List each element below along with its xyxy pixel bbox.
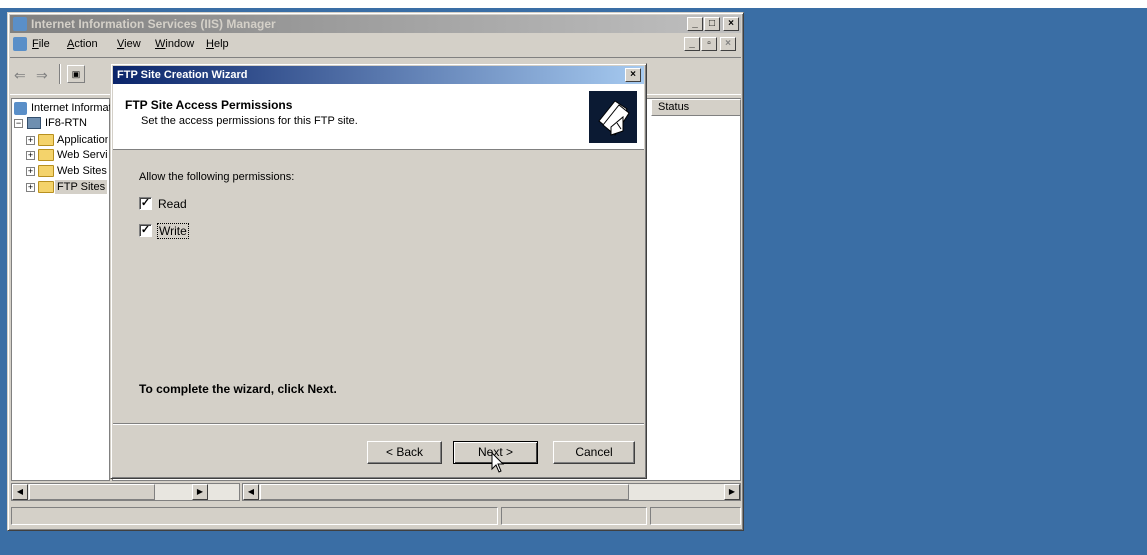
expand-icon[interactable]: + — [26, 136, 35, 145]
child-close-button[interactable]: × — [720, 37, 736, 51]
show-hide-console-tree-icon[interactable]: ▣ — [67, 65, 85, 83]
tree-web-sites-label: Web Sites — [57, 165, 107, 177]
permissions-instruction: Allow the following permissions: — [139, 171, 295, 183]
close-button[interactable]: × — [723, 17, 739, 31]
status-bar-pane-2 — [501, 507, 647, 525]
back-arrow-icon[interactable]: ⇐ — [14, 67, 26, 84]
mouse-cursor-icon — [491, 452, 505, 473]
scroll-left-icon[interactable]: ◀ — [12, 484, 28, 500]
scroll-thumb[interactable] — [29, 484, 155, 500]
wizard-separator — [113, 423, 644, 425]
write-checkbox-label: Write — [157, 223, 189, 239]
wizard-subheading: Set the access permissions for this FTP … — [141, 115, 358, 127]
ftp-wizard-folder-icon — [589, 91, 637, 143]
expand-icon[interactable]: + — [26, 167, 35, 176]
child-restore-button[interactable]: ▫ — [701, 37, 717, 51]
folder-icon — [38, 165, 54, 177]
tree-server-label: IF8-RTN — [45, 117, 87, 129]
minimize-button[interactable]: _ — [687, 17, 703, 31]
menu-help[interactable]: Help — [206, 35, 229, 53]
main-window-title: Internet Information Services (IIS) Mana… — [31, 17, 276, 31]
menu-file[interactable]: File — [32, 35, 50, 53]
folder-icon — [38, 134, 54, 146]
tree-item-web-ext[interactable]: + Web Service Extensions — [26, 147, 108, 164]
toolbar-separator — [59, 64, 61, 84]
write-checkbox[interactable]: ✓ — [139, 224, 152, 237]
scroll-right-icon[interactable]: ▶ — [192, 484, 208, 500]
read-checkbox-label: Read — [158, 197, 187, 211]
folder-icon — [38, 149, 54, 161]
ftp-wizard-dialog: FTP Site Creation Wizard × FTP Site Acce… — [110, 63, 647, 479]
expand-icon[interactable]: + — [26, 151, 35, 160]
scroll-left-icon[interactable]: ◀ — [243, 484, 259, 500]
wizard-title: FTP Site Creation Wizard — [117, 69, 248, 81]
scroll-thumb[interactable] — [260, 484, 629, 500]
expand-icon[interactable]: + — [26, 183, 35, 192]
wizard-title-bar[interactable]: FTP Site Creation Wizard × — [113, 66, 644, 84]
wizard-heading: FTP Site Access Permissions — [125, 98, 293, 112]
main-title-bar[interactable]: Internet Information Services (IIS) Mana… — [10, 15, 741, 33]
server-icon — [27, 117, 41, 129]
tree-web-ext-label: Web Service Extensions — [57, 149, 108, 161]
status-bar-pane-1 — [11, 507, 498, 525]
mmc-doc-icon[interactable] — [13, 37, 27, 51]
tree-item-ftp-sites[interactable]: + FTP Sites — [26, 179, 108, 196]
collapse-icon[interactable]: − — [14, 119, 23, 128]
list-horizontal-scrollbar[interactable]: ◀ ▶ — [242, 483, 741, 501]
tree-ftp-sites-label: FTP Sites — [55, 180, 108, 194]
menu-action[interactable]: Action — [67, 35, 98, 53]
menu-view[interactable]: View — [117, 35, 141, 53]
folder-icon — [38, 181, 54, 193]
forward-arrow-icon[interactable]: ⇒ — [36, 67, 48, 84]
menu-window[interactable]: Window — [155, 35, 194, 53]
wizard-header: FTP Site Access Permissions Set the acce… — [113, 84, 644, 150]
child-minimize-button[interactable]: _ — [684, 37, 700, 51]
cancel-button[interactable]: Cancel — [553, 441, 635, 464]
status-header-label: Status — [658, 101, 690, 113]
read-checkbox[interactable]: ✓ — [139, 197, 152, 210]
iis-app-icon — [13, 17, 27, 31]
maximize-button[interactable]: □ — [704, 17, 720, 31]
back-button[interactable]: < Back — [367, 441, 442, 464]
wizard-close-button[interactable]: × — [625, 68, 641, 82]
scroll-right-icon[interactable]: ▶ — [724, 484, 740, 500]
tree-horizontal-scrollbar[interactable]: ◀ ▶ — [11, 483, 240, 501]
tree-item-web-sites[interactable]: + Web Sites — [26, 163, 108, 180]
tree-pane: Internet Information Services − IF8-RTN … — [11, 98, 111, 481]
status-bar-pane-3 — [650, 507, 741, 525]
menu-bar: File Action View Window Help _ ▫ × — [10, 35, 741, 53]
iis-root-icon — [14, 102, 27, 115]
column-header-status[interactable]: Status — [651, 99, 741, 116]
completion-text: To complete the wizard, click Next. — [139, 382, 337, 396]
